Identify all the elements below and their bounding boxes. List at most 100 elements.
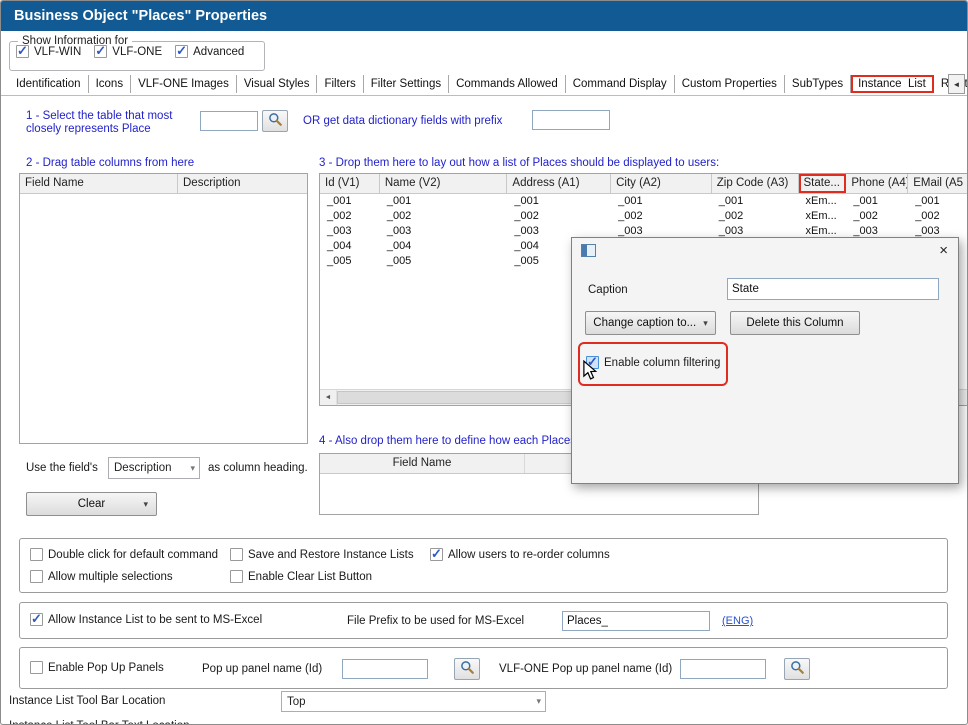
excel-checkbox-label: Allow Instance List to be sent to MS-Exc… [48,614,262,626]
option-enable-clear-list-button[interactable]: Enable Clear List Button [230,570,430,583]
show-info-option-vlf-win-box[interactable] [16,45,29,58]
cell: _002 [908,209,968,224]
caption-input[interactable] [727,278,939,300]
drag-columns-label: 2 - Drag table columns from here [26,157,194,170]
cell: _002 [846,209,908,224]
tab-identification[interactable]: Identification [9,75,89,93]
option-double-click-for-default-command-box[interactable] [30,548,43,561]
source-table-header: Field Name Description [20,174,307,194]
excel-checkbox[interactable]: Allow Instance List to be sent to MS-Exc… [30,613,262,626]
tab-instance-list[interactable]: Instance List [851,75,934,93]
cell: _002 [380,209,508,224]
select-table-label: 1 - Select the table that most closely r… [26,110,206,136]
column-header-name-v2-[interactable]: Name (V2) [380,174,508,193]
tab-filters[interactable]: Filters [317,75,363,93]
option-save-and-restore-instance-lists-box[interactable] [230,548,243,561]
cell: _005 [380,254,508,269]
column-header-email-a5[interactable]: EMail (A5 [908,174,968,193]
tab-scroll-button[interactable]: ◄ [948,74,965,94]
option-allow-multiple-selections[interactable]: Allow multiple selections [30,570,230,583]
column-header-city-a2-[interactable]: City (A2) [611,174,712,193]
column-header-id-v1-[interactable]: Id (V1) [320,174,380,193]
show-info-option-vlf-win[interactable]: VLF-WIN [16,45,81,58]
enable-column-filtering-checkbox[interactable]: Enable column filtering [586,356,720,369]
cell: _001 [908,194,968,209]
popup-window-icon [581,244,596,262]
option-allow-multiple-selections-box[interactable] [30,570,43,583]
change-caption-button[interactable]: Change caption to... ▾ [585,311,716,335]
cell: _004 [380,239,508,254]
excel-section: Allow Instance List to be sent to MS-Exc… [19,602,948,639]
enable-column-filtering-label: Enable column filtering [604,357,720,369]
vlfone-popup-panel-search-button[interactable] [784,658,810,680]
cell: _001 [320,194,380,209]
option-allow-users-to-re-order-columns[interactable]: Allow users to re-order columns [430,548,947,561]
option-allow-users-to-re-order-columns-label: Allow users to re-order columns [448,549,610,561]
column-header-phone-a4-[interactable]: Phone (A4) [846,174,908,193]
chevron-down-icon: ▾ [190,463,195,474]
table-row-1[interactable]: _002_002_002_002_002xEm..._002_002 [320,209,968,224]
show-info-option-advanced-box[interactable] [175,45,188,58]
table-name-input[interactable] [200,111,258,131]
column-heading-label: as column heading. [208,462,308,474]
detail-field-name-header[interactable]: Field Name [320,454,525,473]
popup-close-button[interactable]: × [939,242,948,259]
option-enable-clear-list-button-box[interactable] [230,570,243,583]
vlfone-popup-panel-input[interactable] [680,659,766,679]
option-enable-clear-list-button-label: Enable Clear List Button [248,571,372,583]
option-double-click-for-default-command[interactable]: Double click for default command [30,548,230,561]
popup-panels-section: Enable Pop Up Panels Pop up panel name (… [19,647,948,689]
column-header-zip-code-a3-[interactable]: Zip Code (A3) [712,174,799,193]
toolbar-location-label: Instance List Tool Bar Location [9,695,165,707]
title-bar: Business Object "Places" Properties [1,1,967,31]
enable-popup-panels-checkbox[interactable]: Enable Pop Up Panels [30,661,164,674]
field-name-column-header[interactable]: Field Name [20,174,178,193]
search-icon [460,660,475,678]
tab-custom-properties[interactable]: Custom Properties [675,75,785,93]
show-info-option-advanced[interactable]: Advanced [175,45,244,58]
show-info-option-advanced-label: Advanced [193,46,244,58]
popup-panel-name-label: Pop up panel name (Id) [202,663,322,675]
cell: _002 [320,209,380,224]
heading-source-dropdown[interactable]: Description ▾ [108,457,200,479]
tab-strip-divider [1,95,967,96]
popup-panel-name-input[interactable] [342,659,428,679]
prefix-input[interactable] [532,110,610,130]
cell: _001 [611,194,712,209]
clear-button-label: Clear [78,498,105,510]
delete-column-button[interactable]: Delete this Column [730,311,860,335]
file-prefix-input[interactable] [562,611,710,631]
tab-command-display[interactable]: Command Display [566,75,675,93]
show-info-option-vlf-one[interactable]: VLF-ONE [94,45,162,58]
toolbar-location-dropdown[interactable]: Top ▾ [281,691,546,712]
tab-visual-styles[interactable]: Visual Styles [237,75,318,93]
show-information-group: Show Information for VLF-WINVLF-ONEAdvan… [9,35,265,71]
source-fields-table[interactable]: Field Name Description [19,173,308,444]
delete-column-label: Delete this Column [746,317,843,329]
vlfone-popup-panel-label: VLF-ONE Pop up panel name (Id) [499,663,672,675]
table-search-button[interactable] [262,110,288,132]
excel-checkbox-box[interactable] [30,613,43,626]
change-caption-label: Change caption to... [593,317,696,329]
popup-panel-search-button[interactable] [454,658,480,680]
tab-vlf-one-images[interactable]: VLF-ONE Images [131,75,237,93]
enable-popup-panels-box[interactable] [30,661,43,674]
tab-filter-settings[interactable]: Filter Settings [364,75,449,93]
option-save-and-restore-instance-lists[interactable]: Save and Restore Instance Lists [230,548,430,561]
option-allow-users-to-re-order-columns-box[interactable] [430,548,443,561]
language-link[interactable]: (ENG) [722,615,753,627]
tab-commands-allowed[interactable]: Commands Allowed [449,75,566,93]
column-header-state-[interactable]: State... [799,174,847,193]
table-row-0[interactable]: _001_001_001_001_001xEm..._001_001 [320,194,968,209]
show-info-option-vlf-one-box[interactable] [94,45,107,58]
show-info-option-vlf-win-label: VLF-WIN [34,46,81,58]
clear-button[interactable]: Clear ▾ [26,492,157,516]
clear-dropdown-icon: ▾ [143,499,148,510]
description-column-header[interactable]: Description [178,174,307,193]
tab-subtypes[interactable]: SubTypes [785,75,851,93]
caption-label: Caption [588,284,628,296]
column-header-address-a1-[interactable]: Address (A1) [507,174,611,193]
scroll-left-arrow-icon[interactable]: ◄ [320,390,337,405]
option-double-click-for-default-command-label: Double click for default command [48,549,218,561]
tab-icons[interactable]: Icons [89,75,132,93]
